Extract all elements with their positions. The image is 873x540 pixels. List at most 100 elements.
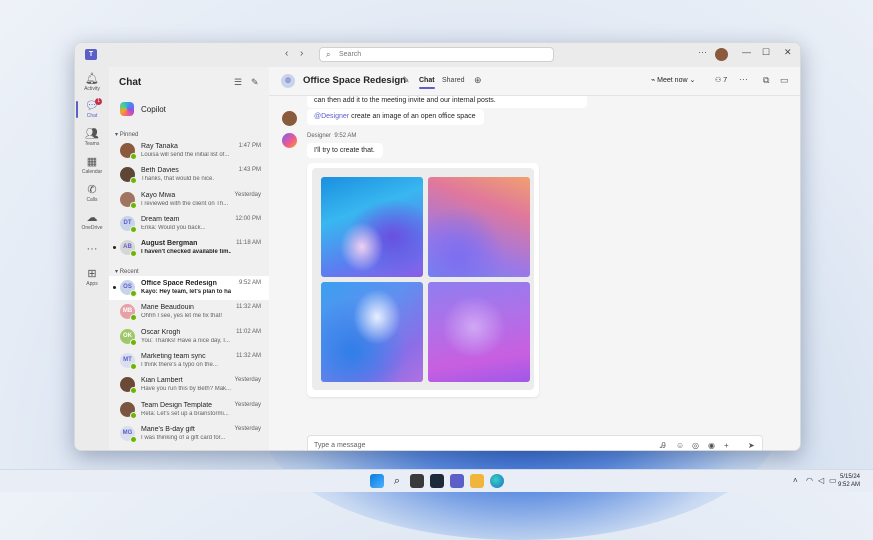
copilot-item[interactable]: Copilot xyxy=(109,99,269,119)
copilot-icon xyxy=(120,102,134,116)
rail-label: Apps xyxy=(86,281,98,287)
chat-list-item[interactable]: MB Marie Beaudouin Ohhh I see, yes let me … xyxy=(109,300,269,324)
generated-image-2[interactable] xyxy=(428,177,530,277)
chat-list-item[interactable]: Kian Lambert Have you run this by Beth? M… xyxy=(109,373,269,397)
pinned-section-header[interactable]: ▾ Pinned xyxy=(115,131,138,138)
unread-dot xyxy=(113,286,116,289)
rail-chat[interactable]: 💬︎ 1 Chat xyxy=(75,98,109,119)
maximize-button[interactable]: ☐ xyxy=(762,47,770,58)
chat-time: Yesterday xyxy=(234,377,261,384)
presence-icon xyxy=(130,387,137,395)
volume-icon[interactable]: ◁ xyxy=(818,476,824,485)
chat-list-item[interactable]: Ray Tanaka Louisa will send the initial l… xyxy=(109,139,269,163)
forward-arrow-icon[interactable]: › xyxy=(300,48,303,59)
chat-list-item[interactable]: OS Office Space Redesign Kayo: Hey team, l… xyxy=(109,276,269,300)
section-label: Recent xyxy=(119,269,139,275)
conversation-header: ◍ Office Space Redesign ✎ Chat Shared ⊕ … xyxy=(269,67,800,96)
task-view-icon[interactable] xyxy=(410,474,424,488)
rail-label: Teams xyxy=(84,141,100,147)
new-chat-icon[interactable]: ✎ xyxy=(251,77,259,88)
loop-icon[interactable]: ◎ xyxy=(692,441,699,450)
more-options-icon[interactable]: ··· xyxy=(698,47,707,57)
search-icon[interactable]: ⌕ xyxy=(390,474,404,488)
file-explorer-icon[interactable] xyxy=(470,474,484,488)
designer-mention[interactable]: @Designer xyxy=(314,113,349,120)
message-composer[interactable]: Type a message Ꭿ ☺ ◎ ◉ + ➤ xyxy=(307,435,763,450)
sender-time: 9:52 AM xyxy=(334,133,357,139)
rail-onedrive[interactable]: ☁ OneDrive xyxy=(75,212,109,231)
popout-icon[interactable]: ▭ xyxy=(780,75,789,86)
chat-preview: Louisa will send the initial list of... xyxy=(141,152,230,158)
widgets-icon[interactable] xyxy=(430,474,444,488)
add-tab-icon[interactable]: ⊕ xyxy=(474,75,482,86)
rail-teams[interactable]: 👥︎ Teams xyxy=(75,128,109,147)
edit-title-icon[interactable]: ✎ xyxy=(402,75,410,86)
rail-activity[interactable]: 🔔︎ Activity xyxy=(75,73,109,92)
app-rail: 🔔︎ Activity 💬︎ 1 Chat 👥︎ Teams ▦ Calenda… xyxy=(75,67,109,450)
sticker-icon[interactable]: ◉ xyxy=(708,441,715,450)
participants-count: 7 xyxy=(723,77,728,84)
share-screen-icon[interactable]: ⧉ xyxy=(763,75,769,86)
rail-more[interactable]: ··· xyxy=(75,243,109,256)
generated-image-4[interactable] xyxy=(428,282,530,382)
chat-name: Office Space Redesign xyxy=(141,280,217,287)
apps-icon: ⊞ xyxy=(87,268,97,280)
chat-name: Beth Davies xyxy=(141,167,179,175)
chat-name: Marie's B-day gift xyxy=(141,425,195,433)
chat-list-item[interactable]: Beth Davies Thanks, that would be nice. 1:… xyxy=(109,163,269,187)
chat-list-title: Chat xyxy=(119,77,142,88)
edge-icon[interactable] xyxy=(490,474,504,488)
recent-section-header[interactable]: ▾ Recent xyxy=(115,268,139,275)
back-arrow-icon[interactable]: ‹ xyxy=(285,48,288,59)
tab-shared[interactable]: Shared xyxy=(442,77,465,84)
participants-button[interactable]: ⚇ 7 xyxy=(715,76,727,84)
chat-preview: I reviewed with the client on Th... xyxy=(141,200,229,207)
teams-taskbar-icon[interactable] xyxy=(450,474,464,488)
chat-list-item[interactable]: MT Marketing team sync I think there's a t… xyxy=(109,349,269,373)
meet-now-button[interactable]: ⌁ Meet now ⌄ xyxy=(651,76,695,84)
wifi-icon[interactable]: ◠ xyxy=(806,476,813,485)
chat-list-item[interactable]: AB August Bergman I haven't checked availa… xyxy=(109,236,269,260)
chat-preview: Ohhh I see, yes let me fix that! xyxy=(141,313,223,320)
start-icon[interactable] xyxy=(370,474,384,488)
search-box[interactable]: ⌕ Search xyxy=(319,47,554,62)
rail-label: OneDrive xyxy=(81,225,103,231)
more-options-icon[interactable]: ··· xyxy=(739,74,748,84)
user-avatar[interactable] xyxy=(715,48,728,61)
presence-icon xyxy=(130,225,137,233)
presence-icon xyxy=(130,314,137,322)
generated-image-3[interactable] xyxy=(321,282,423,382)
chat-list-item[interactable]: Team Design Template Reta: Let's set up a… xyxy=(109,398,269,422)
generated-image-1[interactable] xyxy=(321,177,423,277)
taskbar-time: 9:52 AM xyxy=(838,482,861,488)
minimize-button[interactable]: — xyxy=(742,47,751,57)
presence-icon xyxy=(130,435,137,443)
chevron-up-icon[interactable]: ˄ xyxy=(793,476,798,485)
chat-preview: Reta: Let's set up a brainstormi... xyxy=(141,410,229,417)
chat-list-item[interactable]: DT Dream team Erika: Would you back... 12:0… xyxy=(109,212,269,236)
send-icon[interactable]: ➤ xyxy=(748,441,755,450)
rail-calendar[interactable]: ▦ Calendar xyxy=(75,156,109,175)
chat-name: Marketing team sync xyxy=(141,352,206,360)
rail-calls[interactable]: ✆ Calls xyxy=(75,184,109,203)
battery-icon[interactable]: ▭ xyxy=(829,476,837,485)
chat-list-item[interactable]: MG Marie's B-day gift I was thinking of a … xyxy=(109,422,269,446)
emoji-icon[interactable]: ☺ xyxy=(676,441,684,450)
chat-name: Kayo Miwa xyxy=(141,191,176,199)
unread-badge: 1 xyxy=(95,98,102,105)
chat-time: Yesterday xyxy=(234,401,261,408)
designer-sender: Designer 9:52 AM xyxy=(307,133,356,139)
attach-plus-icon[interactable]: + xyxy=(724,441,729,450)
close-button[interactable]: ✕ xyxy=(784,47,792,58)
taskbar-clock[interactable]: 5/15/24 9:52 AM xyxy=(838,473,860,489)
rail-apps[interactable]: ⊞ Apps xyxy=(75,268,109,287)
chat-list-item[interactable]: Kayo Miwa I reviewed with the client on T… xyxy=(109,188,269,212)
chat-time: 11:02 AM xyxy=(236,328,261,335)
cloud-icon: ☁ xyxy=(86,212,98,224)
format-icon[interactable]: Ꭿ xyxy=(660,441,666,450)
filter-icon[interactable]: ☰ xyxy=(234,77,242,88)
sender-name: Designer xyxy=(307,133,332,139)
chat-list-item[interactable]: OK Oscar Krogh You: Thanks! Have a nice da… xyxy=(109,325,269,349)
tab-chat[interactable]: Chat xyxy=(419,77,435,89)
designer-avatar xyxy=(282,133,297,148)
